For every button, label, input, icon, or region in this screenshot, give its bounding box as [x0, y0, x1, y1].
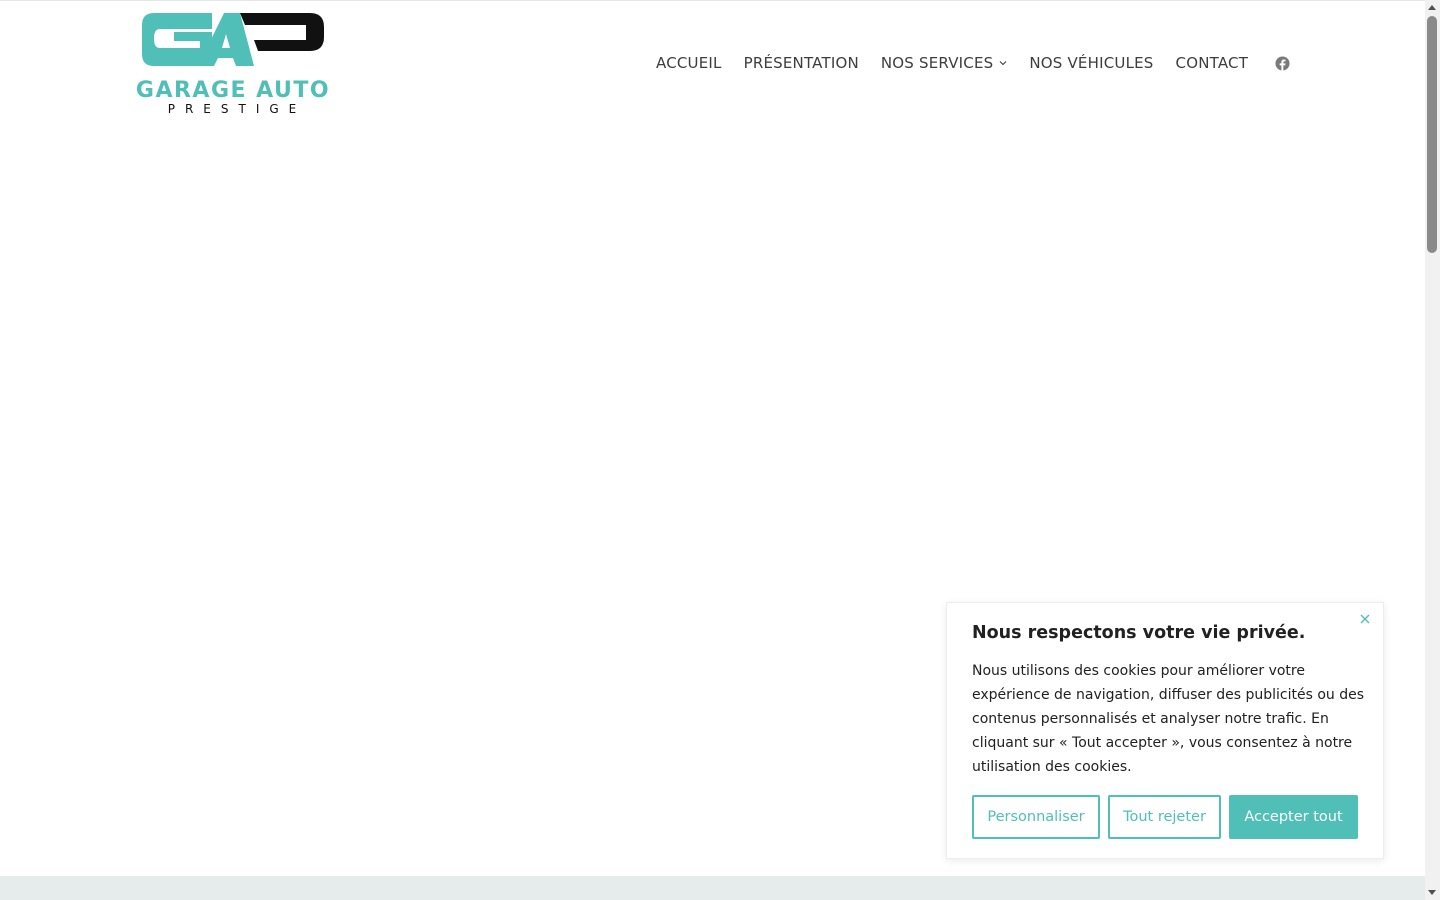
reject-all-button[interactable]: Tout rejeter: [1108, 795, 1221, 839]
main-nav: ACCUEIL PRÉSENTATION NOS SERVICES NOS VÉ…: [656, 52, 1290, 74]
footer-band: [0, 876, 1425, 900]
top-border: [0, 0, 1425, 1]
site-logo[interactable]: GARAGE AUTO PRESTIGE: [112, 12, 354, 118]
cookie-description: Nous utilisons des cookies pour améliore…: [972, 663, 1364, 775]
nav-item-presentation[interactable]: PRÉSENTATION: [744, 54, 859, 72]
nav-item-label: PRÉSENTATION: [743, 54, 859, 72]
nav-item-label: ACCUEIL: [656, 54, 722, 72]
logo-subtitle: PRESTIGE: [167, 102, 307, 116]
logo-mark-icon: [142, 13, 324, 66]
scroll-down-arrow-icon[interactable]: [1428, 890, 1436, 895]
chevron-down-icon: [999, 61, 1007, 66]
nav-item-nos-vehicules[interactable]: NOS VÉHICULES: [1029, 54, 1153, 72]
nav-item-label: CONTACT: [1175, 54, 1249, 72]
logo-title: GARAGE AUTO: [135, 78, 331, 103]
facebook-icon[interactable]: [1275, 55, 1290, 71]
nav-item-label: NOS SERVICES: [880, 54, 994, 72]
close-icon[interactable]: [1359, 613, 1371, 625]
nav-item-label: NOS VÉHICULES: [1029, 54, 1154, 72]
cookie-title: Nous respectons votre vie privée.: [972, 623, 1306, 643]
scroll-up-arrow-icon[interactable]: [1428, 5, 1436, 10]
customize-button[interactable]: Personnaliser: [972, 795, 1100, 839]
scrollbar[interactable]: [1425, 0, 1440, 900]
scrollbar-thumb[interactable]: [1427, 16, 1437, 253]
cookie-consent-dialog: Nous respectons votre vie privée. Nous u…: [946, 602, 1384, 859]
accept-all-button[interactable]: Accepter tout: [1229, 795, 1358, 839]
nav-item-accueil[interactable]: ACCUEIL: [656, 54, 722, 72]
nav-item-nos-services[interactable]: NOS SERVICES: [881, 54, 1007, 72]
nav-item-contact[interactable]: CONTACT: [1176, 54, 1249, 72]
